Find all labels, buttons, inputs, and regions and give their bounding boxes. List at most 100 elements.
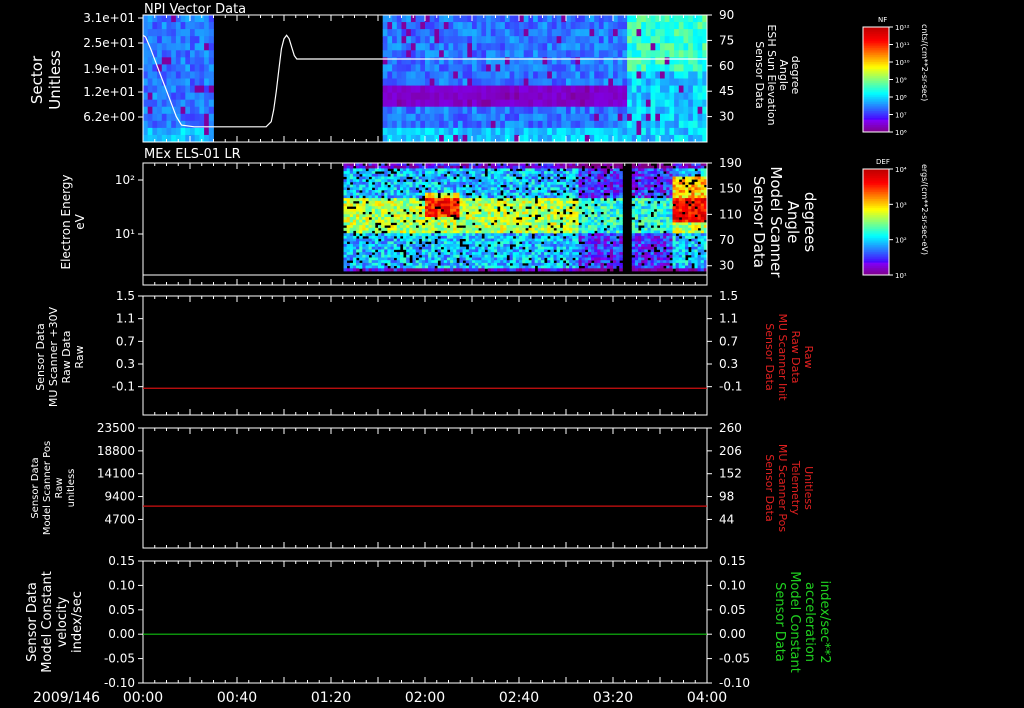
- p2-cell: [365, 252, 369, 256]
- p2-cell: [566, 257, 570, 261]
- p1-cell: [664, 92, 670, 101]
- p2-cell: [512, 246, 517, 250]
- p2-cell: [456, 176, 460, 180]
- p2-cell: [365, 211, 369, 215]
- p2-cell: [356, 225, 360, 229]
- p2-cell: [412, 233, 416, 237]
- p1-cell: [631, 50, 637, 58]
- p2-cell: [465, 181, 470, 185]
- p2-cell: [609, 235, 614, 239]
- p2-cell: [456, 230, 460, 234]
- p2-cell: [453, 227, 457, 231]
- p2-cell: [594, 181, 598, 185]
- p1-cell: [208, 106, 214, 115]
- p1-cell: [204, 22, 210, 30]
- p1-cell: [448, 120, 454, 129]
- p2-cell: [393, 217, 398, 221]
- p2-cell: [575, 203, 579, 207]
- p1-cell: [650, 113, 656, 122]
- p2-cell: [421, 208, 426, 212]
- p2-cell: [421, 227, 426, 231]
- p2-cell: [613, 168, 617, 172]
- p2-cell: [528, 176, 532, 180]
- p1-cell: [641, 106, 647, 115]
- p2-cell: [421, 257, 426, 261]
- p1-cell: [190, 85, 196, 94]
- p2-cell: [472, 173, 476, 177]
- p1-cell: [528, 127, 534, 136]
- p2-cell: [493, 200, 498, 204]
- p1-cell: [674, 15, 680, 23]
- p2-cell: [631, 260, 636, 264]
- p2-cell: [522, 208, 526, 212]
- p2-cell: [465, 235, 470, 239]
- p2-cell: [399, 195, 404, 199]
- p2-cell: [581, 238, 586, 242]
- p2-cell: [587, 206, 592, 210]
- p2-cell: [487, 235, 492, 239]
- p2-cell: [487, 192, 492, 196]
- p2-cell: [506, 217, 510, 221]
- p1-cell: [622, 78, 628, 86]
- p2-cell: [587, 233, 592, 237]
- p1-cell: [589, 78, 595, 86]
- p2-cell: [356, 233, 360, 237]
- p2-cell: [613, 222, 617, 226]
- p2-cell: [515, 179, 520, 183]
- p1-cell: [147, 71, 153, 79]
- p2-cell: [581, 225, 586, 229]
- p2-cell: [556, 184, 561, 188]
- p2-cell: [365, 230, 369, 234]
- p2-cell: [349, 241, 354, 245]
- p2-cell: [359, 246, 363, 250]
- p2-cell: [506, 203, 510, 207]
- p1-cell: [382, 36, 388, 44]
- p2-cell: [443, 217, 448, 221]
- p2-cell: [415, 235, 420, 239]
- p2-cell: [531, 260, 536, 264]
- p2-cell: [412, 238, 416, 242]
- p1-cell: [175, 78, 181, 86]
- p2-cell: [487, 195, 492, 199]
- p2-cell: [403, 173, 407, 177]
- p2-cell: [356, 211, 360, 215]
- p2-cell: [537, 225, 542, 229]
- p2-cell: [437, 187, 442, 191]
- p2-cell: [343, 165, 348, 169]
- p2-cell: [575, 173, 579, 177]
- p1-cell: [650, 71, 656, 79]
- p2-cell: [428, 249, 432, 253]
- p2-cell: [346, 192, 351, 196]
- p2-cell: [613, 252, 617, 256]
- p2-cell: [450, 176, 454, 180]
- p2-cell: [553, 187, 557, 191]
- p2-cell: [606, 260, 611, 264]
- p2-cell: [531, 238, 536, 242]
- p2-cell: [378, 179, 382, 183]
- p2-cell: [384, 192, 388, 196]
- p2-cell: [456, 233, 460, 237]
- p1-cell: [500, 92, 506, 101]
- p2-cell: [613, 241, 617, 245]
- p1-cell: [462, 120, 468, 129]
- p2-cell: [550, 254, 554, 258]
- p1-cell: [533, 64, 539, 72]
- p1-cell: [697, 113, 703, 122]
- p2-cell: [641, 168, 645, 172]
- p2-cell: [453, 173, 457, 177]
- p1-cell: [509, 36, 515, 44]
- p2-cell: [356, 208, 360, 212]
- p2-cell: [534, 187, 539, 191]
- p2-cell: [390, 165, 395, 169]
- p2-cell: [381, 179, 385, 183]
- p1-cell: [547, 64, 553, 72]
- p2-cell: [359, 165, 363, 169]
- p2-cell: [572, 249, 576, 253]
- p2-cell: [597, 222, 601, 226]
- p1-cell: [542, 99, 548, 108]
- p2-cell: [390, 206, 395, 210]
- p2-cell: [378, 265, 382, 269]
- p2-cell: [393, 211, 398, 215]
- p2-cell: [434, 184, 438, 188]
- p2-cell: [515, 198, 520, 202]
